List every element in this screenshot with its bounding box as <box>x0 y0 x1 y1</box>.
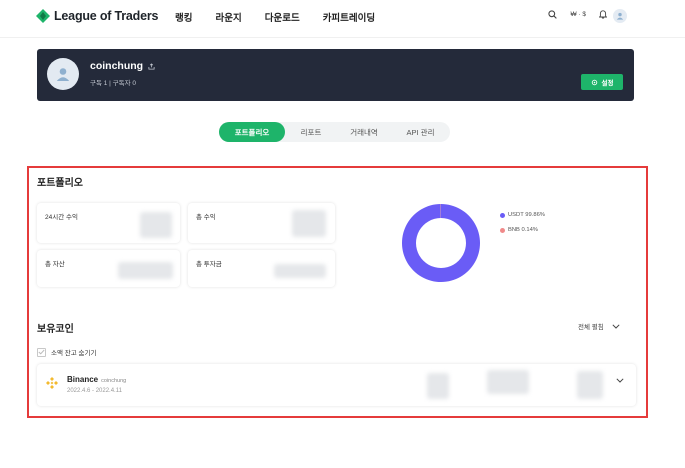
holdings-title: 보유코인 <box>37 324 74 335</box>
binance-icon <box>46 377 58 389</box>
top-navigation-bar: League of Traders 랭킹 라운지 다운로드 카피트레이딩 ₩ ·… <box>0 0 685 38</box>
blurred-value <box>274 264 326 278</box>
tab-report[interactable]: 리포트 <box>285 122 337 142</box>
profile-subscription-stats: 구독 1 | 구독자 0 <box>90 80 137 87</box>
holding-exchange-name: Binance <box>67 375 99 384</box>
user-icon <box>616 12 624 20</box>
holding-row-binance[interactable]: Binance coinchung 2022.4.6 - 2022.4.11 <box>37 364 636 406</box>
gear-icon <box>591 79 597 85</box>
blurred-value <box>140 212 172 238</box>
profile-avatar <box>47 58 79 90</box>
holding-period: 2022.4.6 - 2022.4.11 <box>67 388 122 394</box>
holding-exchange-row: Binance coinchung <box>67 375 126 384</box>
expand-all-dropdown[interactable]: 전체 펼침 <box>578 321 620 331</box>
profile-banner: coinchung 구독 1 | 구독자 0 설정 <box>37 49 634 101</box>
card-total-assets: 총 자산 <box>37 250 180 287</box>
legend-label-usdt: USDT 99.86% <box>508 212 545 218</box>
profile-username-row: coinchung <box>90 60 155 72</box>
card-label-24h-profit: 24시간 수익 <box>45 214 78 221</box>
main-nav: 랭킹 라운지 다운로드 카피트레이딩 <box>175 10 398 24</box>
legend-swatch-usdt <box>500 212 505 218</box>
blurred-value <box>487 370 529 394</box>
user-avatar[interactable] <box>613 9 627 23</box>
profile-tabs: 포트폴리오 리포트 거래내역 API 관리 <box>219 122 450 142</box>
chevron-down-icon <box>612 323 620 329</box>
card-label-total-investment: 총 투자금 <box>196 261 222 268</box>
nav-lounge[interactable]: 라운지 <box>215 10 241 24</box>
chevron-down-icon[interactable] <box>616 378 624 383</box>
card-total-profit: 총 수익 <box>188 203 335 243</box>
card-label-total-profit: 총 수익 <box>196 214 216 221</box>
nav-download[interactable]: 다운로드 <box>265 10 300 24</box>
expand-all-label: 전체 펼침 <box>578 324 604 331</box>
check-icon <box>38 349 45 355</box>
portfolio-title: 포트폴리오 <box>37 178 83 189</box>
hide-small-balance-toggle[interactable]: 소액 잔고 숨기기 <box>37 347 96 357</box>
logo-diamond-icon <box>36 9 50 23</box>
blurred-value <box>292 210 326 237</box>
settings-button[interactable]: 설정 <box>581 74 623 90</box>
card-total-investment: 총 투자금 <box>188 250 335 287</box>
bell-icon[interactable] <box>599 10 607 19</box>
tab-api-management[interactable]: API 관리 <box>391 122 450 142</box>
tab-trade-history[interactable]: 거래내역 <box>337 122 391 142</box>
asset-allocation-donut-chart <box>402 204 480 282</box>
profile-username: coinchung <box>90 60 144 72</box>
brand-name: League of Traders <box>54 9 159 23</box>
share-icon[interactable] <box>148 62 155 70</box>
blurred-value <box>577 371 603 399</box>
card-24h-profit: 24시간 수익 <box>37 203 180 243</box>
legend-label-bnb: BNB 0.14% <box>508 227 538 233</box>
tab-portfolio[interactable]: 포트폴리오 <box>219 122 285 142</box>
brand-logo[interactable]: League of Traders <box>36 9 158 23</box>
card-label-total-assets: 총 자산 <box>45 261 65 268</box>
holding-account-name: coinchung <box>101 378 127 384</box>
settings-label: 설정 <box>601 80 614 87</box>
nav-ranking[interactable]: 랭킹 <box>175 10 192 24</box>
blurred-value <box>427 373 449 399</box>
blurred-value <box>118 262 173 279</box>
currency-toggle[interactable]: ₩ · $ <box>570 11 586 18</box>
nav-copy-trading[interactable]: 카피트레이딩 <box>323 10 375 24</box>
hide-small-balance-checkbox[interactable] <box>37 347 46 357</box>
user-icon <box>56 68 70 81</box>
search-icon[interactable] <box>548 10 558 19</box>
header-actions: ₩ · $ <box>548 10 607 19</box>
legend-item-usdt: USDT 99.86% <box>500 212 545 218</box>
legend-item-bnb: BNB 0.14% <box>500 227 538 233</box>
legend-swatch-bnb <box>500 227 505 233</box>
hide-small-balance-label: 소액 잔고 숨기기 <box>51 350 97 357</box>
